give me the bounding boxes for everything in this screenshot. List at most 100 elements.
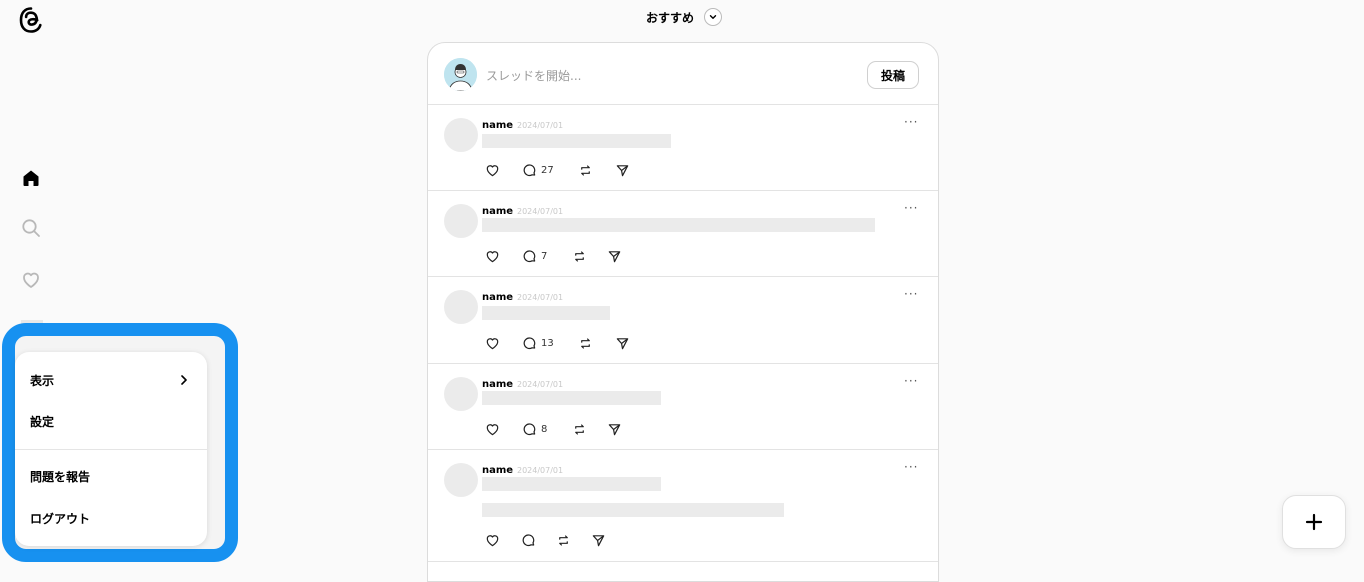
avatar[interactable]	[444, 58, 477, 91]
comment-icon	[523, 163, 536, 176]
repost-icon	[575, 250, 584, 262]
post-actions	[485, 532, 606, 548]
repost-button[interactable]	[578, 336, 615, 351]
feed-label: おすすめ	[645, 10, 694, 25]
post-actions: 7	[485, 248, 622, 264]
repost-icon	[581, 337, 590, 349]
post-username[interactable]: name	[482, 379, 513, 390]
feed-panel: スレッドを開始... 投稿 name 2024/07/01 ··· 27 nam…	[427, 42, 939, 582]
heart-icon	[486, 164, 499, 176]
post-username[interactable]: name	[482, 206, 513, 217]
repost-icon	[581, 164, 590, 176]
reply-button[interactable]: 13	[522, 336, 578, 351]
post-date: 2024/07/01	[517, 466, 564, 475]
heart-icon	[486, 534, 499, 546]
heart-icon	[486, 337, 499, 349]
share-button[interactable]	[607, 422, 622, 437]
post-text-placeholder	[482, 306, 610, 320]
share-icon	[616, 337, 629, 349]
menu-divider	[15, 449, 207, 450]
post-avatar[interactable]	[444, 377, 478, 411]
composer-input[interactable]: スレッドを開始...	[486, 67, 581, 84]
repost-icon	[575, 423, 584, 435]
reply-button[interactable]: 7	[522, 249, 572, 264]
post-username[interactable]: name	[482, 465, 513, 476]
composer: スレッドを開始... 投稿	[428, 43, 938, 105]
chevron-right-icon	[179, 374, 189, 386]
reply-button[interactable]: 8	[522, 422, 572, 437]
reply-count: 13	[541, 337, 554, 349]
repost-button[interactable]	[572, 422, 607, 437]
menu-item-label: 設定	[30, 414, 55, 429]
like-button[interactable]	[485, 163, 522, 178]
more-menu: 表示 設定 問題を報告 ログアウト	[15, 352, 207, 546]
menu-item-display[interactable]: 表示	[15, 363, 207, 397]
share-icon	[592, 534, 605, 546]
post-more-button[interactable]: ···	[904, 287, 918, 301]
home-icon[interactable]	[19, 166, 43, 190]
heart-icon	[486, 423, 499, 435]
post-avatar[interactable]	[444, 290, 478, 324]
post-item: name 2024/07/01 ··· 13	[428, 277, 938, 364]
menu-item-label: 問題を報告	[30, 469, 91, 484]
post-actions: 27	[485, 162, 630, 178]
comment-icon	[523, 249, 536, 262]
post-item: name 2024/07/01 ···	[428, 450, 938, 562]
menu-item-label: 表示	[30, 373, 55, 388]
share-button[interactable]	[615, 336, 630, 351]
reply-count: 7	[541, 250, 548, 262]
reply-count: 27	[541, 164, 554, 176]
post-text-placeholder	[482, 503, 784, 517]
post-date: 2024/07/01	[517, 380, 564, 389]
like-button[interactable]	[485, 422, 522, 437]
post-item: name 2024/07/01 ··· 7	[428, 191, 938, 277]
menu-item-report-problem[interactable]: 問題を報告	[15, 459, 207, 493]
post-more-button[interactable]: ···	[904, 374, 918, 388]
post-actions: 8	[485, 421, 622, 437]
post-avatar[interactable]	[444, 204, 478, 238]
comment-icon	[523, 336, 536, 349]
post-username[interactable]: name	[482, 292, 513, 303]
post-text-placeholder	[482, 218, 875, 232]
post-avatar[interactable]	[444, 463, 478, 497]
post-text-placeholder	[482, 134, 671, 148]
post-avatar[interactable]	[444, 118, 478, 152]
share-button[interactable]	[591, 533, 606, 548]
share-icon	[608, 250, 621, 262]
post-date: 2024/07/01	[517, 121, 564, 130]
post-more-button[interactable]: ···	[904, 460, 918, 474]
chevron-down-icon[interactable]	[704, 8, 722, 26]
create-thread-button[interactable]	[1282, 495, 1346, 549]
menu-item-logout[interactable]: ログアウト	[15, 501, 207, 535]
repost-button[interactable]	[556, 533, 591, 548]
post-more-button[interactable]: ···	[904, 201, 918, 215]
post-actions: 13	[485, 335, 630, 351]
like-button[interactable]	[485, 533, 521, 548]
comment-icon	[523, 422, 536, 435]
share-icon	[616, 164, 629, 176]
post-text-placeholder	[482, 477, 661, 491]
search-icon[interactable]	[19, 216, 43, 240]
repost-button[interactable]	[578, 163, 615, 178]
repost-button[interactable]	[572, 249, 607, 264]
comment-icon	[522, 533, 535, 546]
post-username[interactable]: name	[482, 120, 513, 131]
repost-icon	[559, 534, 568, 546]
heart-icon[interactable]	[19, 268, 43, 292]
share-button[interactable]	[615, 163, 630, 178]
post-button[interactable]: 投稿	[867, 61, 919, 89]
share-button[interactable]	[607, 249, 622, 264]
menu-item-label: ログアウト	[30, 511, 91, 526]
like-button[interactable]	[485, 336, 522, 351]
heart-icon	[486, 250, 499, 262]
feed-switcher[interactable]: おすすめ	[0, 8, 1364, 26]
menu-item-settings[interactable]: 設定	[15, 404, 207, 438]
post-date: 2024/07/01	[517, 207, 564, 216]
reply-button[interactable]	[521, 533, 556, 548]
share-icon	[608, 423, 621, 435]
reply-button[interactable]: 27	[522, 163, 578, 178]
reply-count: 8	[541, 423, 548, 435]
post-text-placeholder	[482, 391, 661, 405]
like-button[interactable]	[485, 249, 522, 264]
post-more-button[interactable]: ···	[904, 115, 918, 129]
